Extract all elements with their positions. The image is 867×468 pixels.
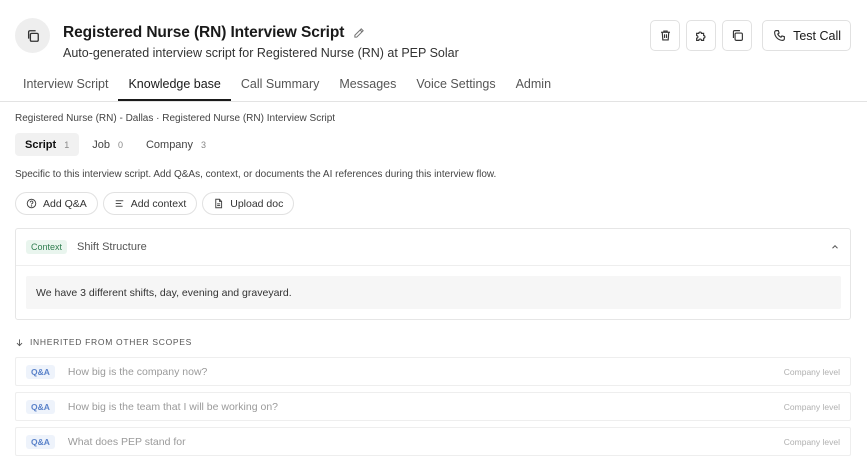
inherited-qa-item[interactable]: Q&A What does PEP stand for Company leve… [15, 427, 851, 456]
delete-button[interactable] [650, 20, 681, 51]
test-call-label: Test Call [793, 28, 841, 43]
qa-badge: Q&A [26, 364, 55, 379]
context-item-header[interactable]: Context Shift Structure [16, 229, 850, 266]
tab-voice-settings[interactable]: Voice Settings [406, 70, 505, 101]
tab-call-summary[interactable]: Call Summary [231, 70, 330, 101]
context-badge: Context [26, 240, 68, 254]
upload-doc-label: Upload doc [230, 197, 284, 210]
test-call-button[interactable]: Test Call [762, 20, 851, 51]
pencil-icon[interactable] [353, 27, 365, 39]
inherited-qa-item[interactable]: Q&A How big is the team that I will be w… [15, 392, 851, 421]
scope-tab-count: 3 [201, 139, 207, 150]
inherited-section-title: INHERITED FROM OTHER SCOPES [30, 337, 192, 347]
scope-tab-label: Job [92, 138, 110, 151]
question-circle-icon [26, 198, 37, 209]
inherited-qa-item[interactable]: Q&A How big is the company now? Company … [15, 357, 851, 386]
page-header: Registered Nurse (RN) Interview Script A… [0, 0, 867, 70]
scope-tab-script[interactable]: Script 1 [15, 133, 80, 156]
integration-button[interactable] [686, 20, 717, 51]
scope-tabs: Script 1 Job 0 Company 3 [15, 133, 216, 156]
add-qa-label: Add Q&A [43, 197, 87, 210]
qa-scope-level: Company level [783, 436, 840, 447]
page-title: Registered Nurse (RN) Interview Script [63, 24, 345, 41]
scope-tab-job[interactable]: Job 0 [82, 133, 133, 156]
qa-scope-level: Company level [783, 366, 840, 377]
phone-icon [773, 29, 786, 42]
scope-tab-label: Company [145, 138, 194, 151]
add-qa-button[interactable]: Add Q&A [15, 192, 98, 215]
qa-scope-level: Company level [783, 401, 840, 412]
duplicate-button[interactable] [722, 20, 753, 51]
text-lines-icon [114, 198, 125, 209]
puzzle-icon [694, 29, 708, 43]
context-item-title: Shift Structure [77, 241, 147, 253]
document-icon [213, 198, 224, 209]
page-subtitle: Auto-generated interview script for Regi… [63, 46, 459, 60]
qa-question: What does PEP stand for [67, 435, 186, 448]
inherited-section-header: INHERITED FROM OTHER SCOPES [15, 337, 192, 347]
scope-description: Specific to this interview script. Add Q… [15, 169, 497, 180]
add-context-button[interactable]: Add context [102, 192, 198, 215]
scope-tab-company[interactable]: Company 3 [136, 133, 216, 156]
qa-badge: Q&A [26, 399, 55, 414]
add-context-label: Add context [130, 197, 187, 210]
qa-question: How big is the company now? [67, 365, 208, 378]
chevron-up-icon[interactable] [830, 242, 840, 252]
scope-tab-count: 0 [117, 139, 123, 150]
qa-badge: Q&A [26, 434, 55, 449]
breadcrumb: Registered Nurse (RN) - Dallas · Registe… [15, 113, 336, 124]
trash-icon [659, 29, 672, 42]
copy-icon [731, 29, 744, 42]
tab-messages[interactable]: Messages [329, 70, 406, 101]
qa-question: How big is the team that I will be worki… [67, 400, 278, 413]
add-buttons: Add Q&A Add context Upload doc [15, 192, 295, 215]
context-item-body: We have 3 different shifts, day, evening… [26, 276, 841, 309]
arrow-down-icon [15, 338, 24, 347]
main-tabs: Interview Script Knowledge base Call Sum… [0, 70, 867, 102]
tab-interview-script[interactable]: Interview Script [13, 70, 118, 101]
copy-icon [15, 18, 50, 53]
scope-tab-count: 1 [64, 139, 70, 150]
tab-admin[interactable]: Admin [506, 70, 561, 101]
upload-doc-button[interactable]: Upload doc [202, 192, 295, 215]
scope-tab-label: Script [25, 138, 57, 151]
tab-knowledge-base[interactable]: Knowledge base [118, 70, 231, 101]
context-item-card: Context Shift Structure We have 3 differ… [15, 228, 851, 320]
